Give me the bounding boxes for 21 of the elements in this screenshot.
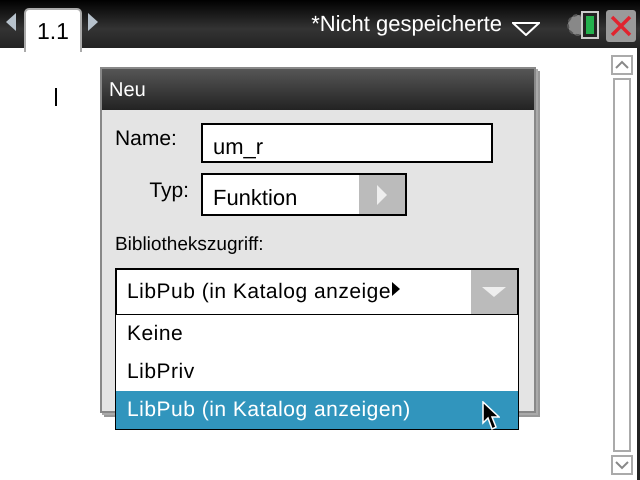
text-cursor	[55, 88, 57, 106]
next-page-icon[interactable]	[88, 13, 98, 31]
scrollbar-track[interactable]	[613, 78, 631, 452]
dropdown-arrow-icon	[482, 287, 506, 297]
page-tab[interactable]: 1.1	[24, 8, 82, 52]
dropdown-arrow-icon[interactable]	[512, 20, 540, 36]
field-label: Name:	[115, 126, 178, 152]
field-label: Bibliothekszugriff:	[115, 234, 265, 256]
arrow-right-icon	[377, 184, 387, 204]
dropdown-option[interactable]: Keine	[116, 315, 518, 353]
settings-battery-icon[interactable]	[566, 10, 600, 40]
scroll-up-button[interactable]	[611, 55, 633, 75]
dialog-title: Neu	[102, 69, 534, 110]
type-selector[interactable]: Funktion	[201, 173, 407, 216]
previous-page-icon[interactable]	[6, 13, 16, 31]
field-label: Typ:	[148, 178, 189, 204]
name-field[interactable]: um_r	[201, 123, 493, 163]
scroll-down-button[interactable]	[611, 455, 633, 475]
document-title[interactable]: *Nicht gespeicherte	[311, 11, 502, 37]
overflow-arrow-icon	[392, 282, 400, 296]
dropdown-option[interactable]: LibPriv	[116, 353, 518, 391]
